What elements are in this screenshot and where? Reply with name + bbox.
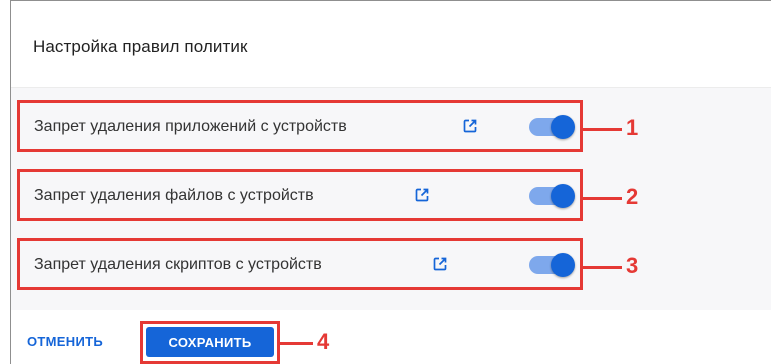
external-link-icon[interactable] bbox=[414, 187, 430, 203]
callout-number-3: 3 bbox=[626, 253, 639, 278]
external-link-icon[interactable] bbox=[462, 118, 478, 134]
rule-row-files: Запрет удаления файлов с устройств bbox=[17, 169, 583, 221]
callout-line-4 bbox=[279, 342, 313, 345]
callout-line-1 bbox=[582, 128, 622, 131]
toggle-knob bbox=[551, 253, 575, 277]
rule-label-files: Запрет удаления файлов с устройств bbox=[34, 187, 314, 204]
callout-number-2: 2 bbox=[626, 184, 639, 209]
save-button[interactable]: СОХРАНИТЬ bbox=[146, 327, 274, 357]
rule-toggle-scripts[interactable] bbox=[529, 253, 575, 277]
callout-number-1: 1 bbox=[626, 115, 639, 140]
policy-rules-dialog: Настройка правил политик Запрет удаления… bbox=[10, 0, 771, 364]
cancel-button[interactable]: ОТМЕНИТЬ bbox=[27, 334, 103, 349]
rule-row-scripts: Запрет удаления скриптов с устройств bbox=[17, 238, 583, 290]
toggle-knob bbox=[551, 184, 575, 208]
callout-number-4: 4 bbox=[317, 329, 330, 354]
rule-label-apps: Запрет удаления приложений с устройств bbox=[34, 118, 347, 135]
rules-list: Запрет удаления приложений с устройств З… bbox=[11, 87, 771, 310]
rule-row-apps: Запрет удаления приложений с устройств bbox=[17, 100, 583, 152]
callout-line-3 bbox=[582, 266, 622, 269]
toggle-knob bbox=[551, 115, 575, 139]
rule-toggle-files[interactable] bbox=[529, 184, 575, 208]
external-link-icon[interactable] bbox=[432, 256, 448, 272]
rule-toggle-apps[interactable] bbox=[529, 115, 575, 139]
callout-line-2 bbox=[582, 197, 622, 200]
rule-label-scripts: Запрет удаления скриптов с устройств bbox=[34, 256, 322, 273]
dialog-title: Настройка правил политик bbox=[33, 37, 248, 56]
